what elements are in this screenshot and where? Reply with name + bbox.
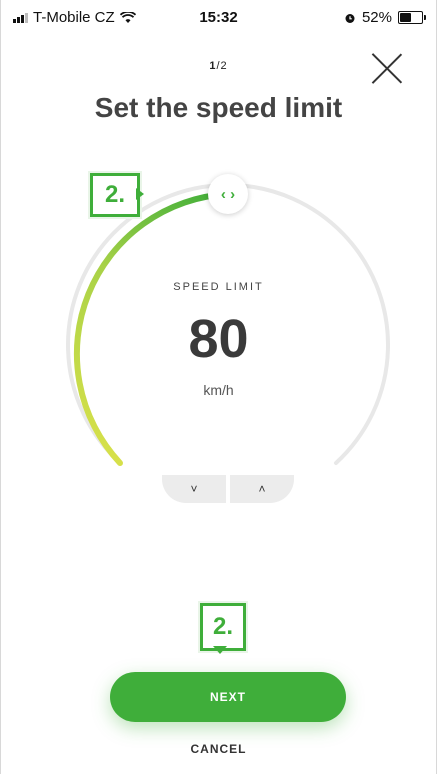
speed-handle[interactable]: ‹ ›	[208, 174, 248, 214]
chevron-up-icon: ˄	[258, 482, 266, 496]
speed-limit-label: SPEED LIMIT	[173, 281, 264, 293]
cancel-button[interactable]: CANCEL	[0, 742, 437, 756]
next-button[interactable]: NEXT	[110, 672, 346, 722]
speed-limit-value: 80	[188, 309, 249, 369]
decrease-button[interactable]: ˅	[162, 475, 226, 503]
annotation-badge-handle: 2.	[90, 173, 144, 217]
annotation-badge-next: 2.	[200, 603, 246, 654]
speed-gauge[interactable]	[0, 0, 437, 520]
chevron-down-icon: ˅	[190, 482, 198, 496]
speed-unit: km/h	[203, 382, 234, 398]
left-right-chevrons-icon: ‹ ›	[220, 185, 236, 203]
